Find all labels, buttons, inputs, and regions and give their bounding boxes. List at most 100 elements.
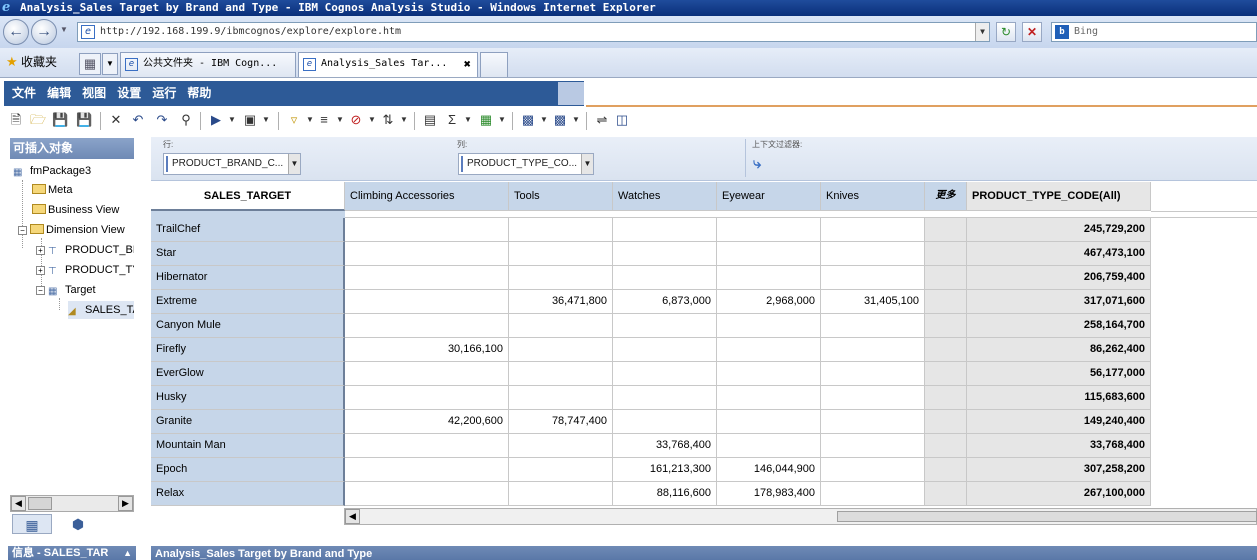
- suppress-icon[interactable]: ≡: [316, 112, 332, 128]
- tree-node-package[interactable]: ▦ fmPackage3: [13, 162, 91, 180]
- undo-icon[interactable]: ↶: [130, 112, 146, 128]
- column-header[interactable]: Tools: [509, 182, 613, 211]
- exclude-dropdown-icon[interactable]: ▼: [364, 112, 380, 128]
- column-header[interactable]: Knives: [821, 182, 925, 211]
- row-header[interactable]: Canyon Mule: [151, 314, 345, 338]
- menu-view[interactable]: 视图: [82, 81, 106, 106]
- columns-dropzone[interactable]: PRODUCT_TYPE_CO... ▼: [458, 153, 594, 175]
- properties-icon[interactable]: ▤: [422, 112, 438, 128]
- info-panel-header[interactable]: 信息 - SALES_TAR ▲: [8, 546, 136, 560]
- menu-settings[interactable]: 设置: [117, 81, 141, 106]
- crosstab-horizontal-scrollbar[interactable]: ◀: [344, 508, 1257, 525]
- scroll-right-icon[interactable]: ▶: [118, 496, 133, 511]
- column-header[interactable]: Watches: [613, 182, 717, 211]
- calculate-dropdown-icon[interactable]: ▼: [494, 112, 510, 128]
- dropdown-icon[interactable]: ▼: [581, 154, 593, 174]
- collapse-icon[interactable]: −: [18, 226, 27, 235]
- panel-splitter[interactable]: [138, 138, 148, 538]
- redo-icon[interactable]: ↷: [154, 112, 170, 128]
- scroll-left-icon[interactable]: ◀: [345, 509, 360, 524]
- column-total-header[interactable]: PRODUCT_TYPE_CODE(All): [967, 182, 1151, 211]
- expand-icon[interactable]: +: [36, 246, 45, 255]
- favorites-button[interactable]: ★ 收藏夹: [6, 54, 57, 70]
- save-as-icon[interactable]: 💾: [76, 112, 92, 128]
- run-dropdown-icon[interactable]: ▼: [224, 112, 240, 128]
- menu-edit[interactable]: 编辑: [47, 81, 71, 106]
- menu-run[interactable]: 运行: [152, 81, 176, 106]
- address-dropdown-icon[interactable]: ▼: [975, 23, 989, 41]
- expand-icon[interactable]: +: [36, 266, 45, 275]
- tree-node-dimension-view[interactable]: − Dimension View: [18, 221, 125, 239]
- source-tree-tab[interactable]: ▦: [12, 514, 52, 534]
- more-columns-header[interactable]: 更多: [925, 182, 967, 211]
- column-header[interactable]: Climbing Accessories: [345, 182, 509, 211]
- insert-icon[interactable]: ▣: [242, 112, 258, 128]
- menu-help[interactable]: 帮助: [187, 81, 211, 106]
- quick-tabs-button[interactable]: ▦: [79, 53, 101, 75]
- scroll-thumb[interactable]: [28, 497, 52, 510]
- objects-tab[interactable]: ⬢: [58, 514, 98, 534]
- sort-icon[interactable]: ⇅: [380, 112, 396, 128]
- save-icon[interactable]: 💾: [52, 112, 68, 128]
- row-header[interactable]: Granite: [151, 410, 345, 434]
- row-header[interactable]: Epoch: [151, 458, 345, 482]
- exclude-icon[interactable]: ⊘: [348, 112, 364, 128]
- row-header[interactable]: Firefly: [151, 338, 345, 362]
- new-icon[interactable]: 🗎: [8, 112, 24, 128]
- left-panel-scrollbar[interactable]: ◀ ▶: [10, 495, 134, 512]
- new-tab-button[interactable]: [480, 52, 508, 77]
- filter-icon[interactable]: ▿: [286, 112, 302, 128]
- chart-dropdown-icon[interactable]: ▼: [536, 112, 552, 128]
- row-header[interactable]: Mountain Man: [151, 434, 345, 458]
- column-header[interactable]: Eyewear: [717, 182, 821, 211]
- scroll-left-icon[interactable]: ◀: [11, 496, 26, 511]
- search-input[interactable]: b Bing: [1051, 22, 1257, 42]
- tree-node-product-brand[interactable]: + ⊤ PRODUCT_BR: [36, 241, 134, 259]
- row-header[interactable]: Extreme: [151, 290, 345, 314]
- refresh-button[interactable]: ↻: [996, 22, 1016, 42]
- address-bar[interactable]: e http://192.168.199.9/ibmcognos/explore…: [77, 22, 990, 42]
- swap-rows-columns-icon[interactable]: ⇌: [594, 112, 610, 128]
- row-header[interactable]: Relax: [151, 482, 345, 506]
- tree-node-target[interactable]: − ▦ Target: [36, 281, 96, 299]
- chart-icon[interactable]: ▩: [520, 112, 536, 128]
- close-tab-icon[interactable]: ✖: [464, 53, 471, 75]
- tree-node-product-type[interactable]: + ⊤ PRODUCT_TY: [36, 261, 134, 279]
- row-header[interactable]: EverGlow: [151, 362, 345, 386]
- suppress-dropdown-icon[interactable]: ▼: [332, 112, 348, 128]
- collapse-up-icon[interactable]: ▲: [123, 546, 132, 560]
- chart-type-dropdown-icon[interactable]: ▼: [568, 112, 584, 128]
- layout-icon[interactable]: ◫: [614, 112, 630, 128]
- row-header[interactable]: Husky: [151, 386, 345, 410]
- collapse-icon[interactable]: −: [36, 286, 45, 295]
- sum-dropdown-icon[interactable]: ▼: [460, 112, 476, 128]
- find-icon[interactable]: ⚲: [178, 112, 194, 128]
- tab-public-folders[interactable]: e 公共文件夹 - IBM Cogn...: [120, 52, 296, 77]
- insert-dropdown-icon[interactable]: ▼: [258, 112, 274, 128]
- back-button[interactable]: ←: [3, 19, 29, 45]
- delete-icon[interactable]: ✕: [108, 112, 124, 128]
- dropdown-icon[interactable]: ▼: [288, 154, 300, 174]
- scroll-thumb[interactable]: [837, 511, 1257, 522]
- tab-analysis[interactable]: e Analysis_Sales Tar... ✖: [298, 52, 478, 77]
- crosstab-corner-measure[interactable]: SALES_TARGET: [151, 182, 345, 211]
- row-header[interactable]: Star: [151, 242, 345, 266]
- history-dropdown[interactable]: ▼: [60, 25, 68, 34]
- tree-node-sales-target[interactable]: ◢SALES_TA: [68, 301, 134, 319]
- calculate-icon[interactable]: ▦: [478, 112, 494, 128]
- run-icon[interactable]: ▶: [208, 112, 224, 128]
- chart-type-icon[interactable]: ▩: [552, 112, 568, 128]
- sort-dropdown-icon[interactable]: ▼: [396, 112, 412, 128]
- tree-node-business-view[interactable]: Business View: [32, 201, 119, 219]
- context-filter-arrow-icon[interactable]: ⤷: [753, 155, 761, 172]
- stop-button[interactable]: ✕: [1022, 22, 1042, 42]
- sum-icon[interactable]: Σ: [444, 112, 460, 128]
- menu-file[interactable]: 文件: [12, 81, 36, 106]
- forward-button[interactable]: →: [31, 19, 57, 45]
- open-icon[interactable]: 🗁: [30, 112, 46, 128]
- rows-dropzone[interactable]: PRODUCT_BRAND_C... ▼: [163, 153, 301, 175]
- tree-node-meta[interactable]: Meta: [32, 181, 72, 199]
- row-header[interactable]: TrailChef: [151, 218, 345, 242]
- row-header[interactable]: Hibernator: [151, 266, 345, 290]
- tab-list-dropdown[interactable]: ▼: [102, 53, 118, 75]
